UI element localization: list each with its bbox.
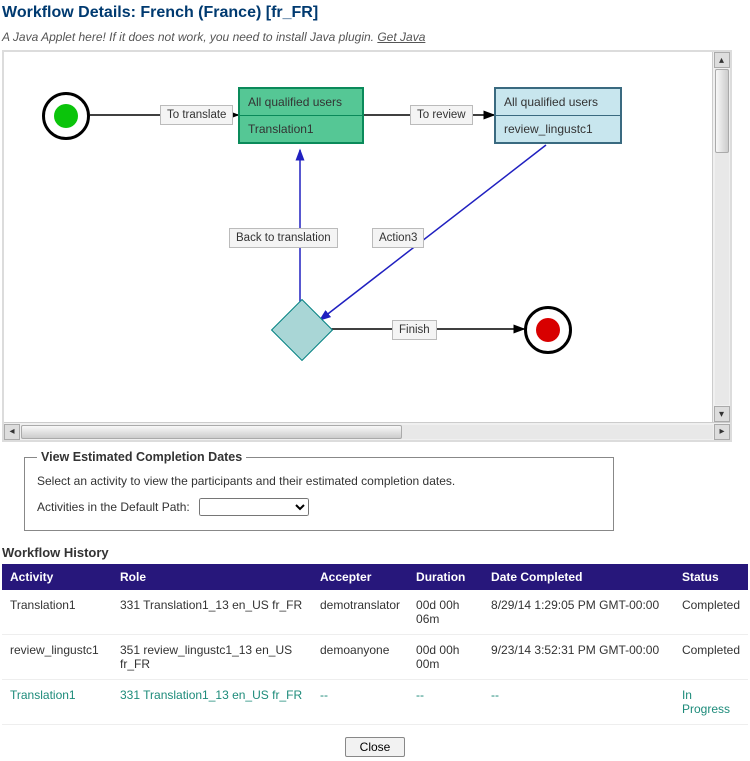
scroll-up-icon[interactable]: ▴ bbox=[714, 52, 730, 68]
scroll-left-icon[interactable]: ◂ bbox=[4, 424, 20, 440]
default-path-label: Activities in the Default Path: bbox=[37, 500, 190, 514]
workflow-history-title: Workflow History bbox=[0, 545, 750, 564]
applet-note-text: A Java Applet here! If it does not work,… bbox=[2, 30, 374, 44]
role-link[interactable]: 331 Translation1_13 en_US fr_FR bbox=[120, 598, 302, 612]
view-estimated-legend: View Estimated Completion Dates bbox=[37, 450, 246, 464]
cell-date: 8/29/14 1:29:05 PM GMT-00:00 bbox=[483, 590, 674, 635]
applet-note: A Java Applet here! If it does not work,… bbox=[0, 30, 750, 50]
col-date: Date Completed bbox=[483, 564, 674, 590]
node-translate[interactable]: All qualified users Translation1 bbox=[238, 87, 364, 144]
workflow-canvas-inner[interactable]: All qualified users Translation1 All qua… bbox=[4, 52, 730, 422]
edge-label-action3: Action3 bbox=[372, 228, 424, 248]
view-estimated-fieldset: View Estimated Completion Dates Select a… bbox=[24, 450, 614, 531]
table-header-row: Activity Role Accepter Duration Date Com… bbox=[2, 564, 748, 590]
workflow-canvas: All qualified users Translation1 All qua… bbox=[2, 50, 732, 442]
col-duration: Duration bbox=[408, 564, 483, 590]
get-java-link[interactable]: Get Java bbox=[377, 30, 425, 44]
col-status: Status bbox=[674, 564, 748, 590]
page-title: Workflow Details: French (France) [fr_FR… bbox=[0, 0, 750, 30]
cell-duration: 00d 00h 06m bbox=[408, 590, 483, 635]
role-link[interactable]: 351 review_lingustc1_13 en_US fr_FR bbox=[120, 643, 292, 671]
cell-activity: review_lingustc1 bbox=[2, 635, 112, 680]
view-estimated-desc: Select an activity to view the participa… bbox=[37, 474, 601, 488]
node-review-line1: All qualified users bbox=[496, 89, 620, 116]
canvas-vscrollbar[interactable]: ▴ ▾ bbox=[712, 52, 730, 422]
cell-date: 9/23/14 3:52:31 PM GMT-00:00 bbox=[483, 635, 674, 680]
role-link[interactable]: 331 Translation1_13 en_US fr_FR bbox=[120, 688, 302, 702]
table-row: review_lingustc1 351 review_lingustc1_13… bbox=[2, 635, 748, 680]
edge-label-finish: Finish bbox=[392, 320, 437, 340]
edge-label-to-translate: To translate bbox=[160, 105, 233, 125]
cell-duration: 00d 00h 00m bbox=[408, 635, 483, 680]
decision-node-icon[interactable] bbox=[271, 299, 333, 361]
edge-label-to-review: To review bbox=[410, 105, 473, 125]
cell-accepter: demoanyone bbox=[312, 635, 408, 680]
cell-status: Completed bbox=[674, 590, 748, 635]
node-translate-line1: All qualified users bbox=[240, 89, 362, 116]
scroll-right-icon[interactable]: ▸ bbox=[714, 424, 730, 440]
cell-accepter: demotranslator bbox=[312, 590, 408, 635]
default-path-select[interactable] bbox=[199, 498, 309, 516]
node-translate-line2: Translation1 bbox=[240, 116, 362, 142]
node-review[interactable]: All qualified users review_lingustc1 bbox=[494, 87, 622, 144]
col-activity: Activity bbox=[2, 564, 112, 590]
table-row: Translation1 331 Translation1_13 en_US f… bbox=[2, 590, 748, 635]
scroll-down-icon[interactable]: ▾ bbox=[714, 406, 730, 422]
close-button[interactable]: Close bbox=[345, 737, 406, 757]
canvas-hscrollbar[interactable]: ◂ ▸ bbox=[4, 422, 730, 440]
node-review-line2: review_lingustc1 bbox=[496, 116, 620, 142]
start-node-icon[interactable] bbox=[42, 92, 90, 140]
cell-activity: Translation1 bbox=[2, 590, 112, 635]
col-accepter: Accepter bbox=[312, 564, 408, 590]
workflow-history-table: Activity Role Accepter Duration Date Com… bbox=[2, 564, 748, 725]
edge-label-back: Back to translation bbox=[229, 228, 338, 248]
end-node-icon[interactable] bbox=[524, 306, 572, 354]
cell-status: Completed bbox=[674, 635, 748, 680]
col-role: Role bbox=[112, 564, 312, 590]
